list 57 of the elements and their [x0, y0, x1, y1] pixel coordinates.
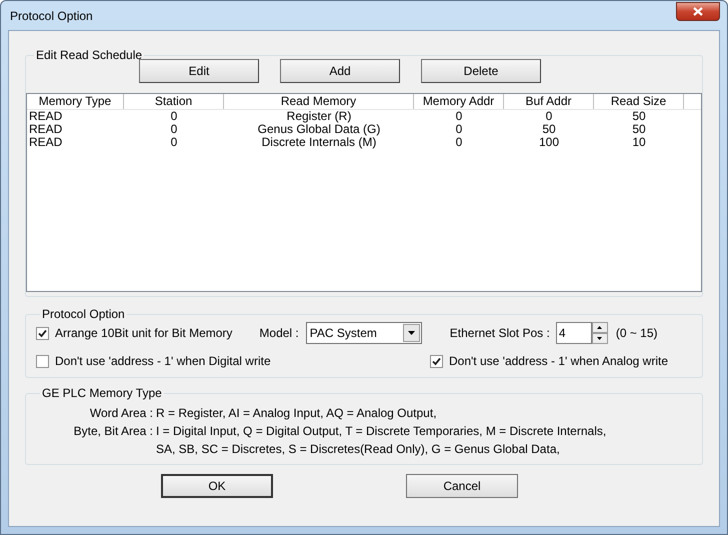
caret-icon [408, 331, 415, 335]
model-dropdown[interactable]: PAC System [306, 322, 422, 344]
slot-input[interactable]: 4 [556, 322, 592, 344]
table-cell-text: 0 [454, 123, 464, 136]
column-header[interactable]: Buf Addr [504, 94, 594, 109]
table-cell-text: Register (R) [286, 110, 352, 123]
column-header[interactable]: Read Memory [224, 94, 414, 109]
column-header[interactable]: Station [124, 94, 224, 109]
table-cell-text: 0 [170, 123, 178, 136]
down-arrow-icon [597, 337, 602, 340]
area-description: I = Digital Input, Q = Digital Output, T = Discrete Temporaries, M = Discrete Internals, [155, 424, 608, 438]
checkbox[interactable] [430, 354, 443, 368]
table-cell-text: 0 [454, 136, 464, 149]
area-label: Byte, Bit Area : [72, 424, 153, 438]
column-header[interactable]: Memory Addr [414, 94, 504, 109]
range-label: (0 ~ 15) [616, 326, 658, 340]
schedule-list[interactable]: Memory Type Station Read Memory Memory Addr Buf Addr Read Size READ 0 Register (R) 0 0 50 READ 0 Genus Global Data (G) 0 50 50 READ 0 Discrete Internals (M) 0 100 10 [26, 93, 702, 292]
table-cell-text: 0 [544, 110, 554, 123]
table-cell-text: 50 [541, 123, 557, 136]
spin-up-button[interactable] [592, 322, 608, 333]
table-cell-text: 0 [170, 136, 178, 149]
digital-checkbox[interactable]: Don't use 'address - 1' when Digital write [36, 354, 271, 368]
table-cell-text: READ [28, 123, 64, 136]
group-title: Protocol Option [41, 307, 126, 321]
close-button[interactable] [676, 2, 720, 20]
area-description: R = Register, AI = Analog Input, AQ = Analog Output, [155, 406, 438, 420]
area-label: Word Area : [88, 406, 153, 420]
action-button[interactable]: Edit [139, 59, 259, 83]
arrange-checkbox[interactable]: Arrange 10Bit unit for Bit Memory [36, 326, 232, 340]
dialog-button[interactable]: Cancel [406, 474, 518, 498]
spin-down-button[interactable] [592, 333, 608, 344]
table-cell-text: 0 [454, 110, 464, 123]
slot-label: Ethernet Slot Pos : [450, 326, 550, 340]
action-button[interactable]: Delete [421, 59, 541, 83]
checkbox[interactable] [36, 354, 49, 368]
table-cell-text: 50 [631, 123, 647, 136]
close-icon [693, 6, 703, 16]
table-cell-text: 0 [170, 110, 178, 123]
window-title: Protocol Option [9, 8, 93, 22]
area-description: SA, SB, SC = Discretes, S = Discretes(Read Only), G = Genus Global Data, [155, 442, 561, 456]
table-cell-text: Genus Global Data (G) [256, 123, 382, 136]
table-cell-text: 50 [631, 110, 647, 123]
column-header[interactable]: Memory Type [27, 94, 124, 109]
table-cell-text: 10 [631, 136, 647, 149]
table-cell-text: READ [28, 110, 64, 123]
model-label: Model : [259, 326, 299, 340]
table-cell-text: 100 [538, 136, 560, 149]
action-button[interactable]: Add [280, 59, 400, 83]
analog-checkbox[interactable]: Don't use 'address - 1' when Analog write [430, 354, 668, 368]
column-header[interactable]: Read Size [594, 94, 684, 109]
table-cell-text: Discrete Internals (M) [260, 136, 376, 149]
dialog-button[interactable]: OK [161, 474, 273, 498]
group-title: GE PLC Memory Type [41, 386, 163, 400]
table-cell-text: READ [28, 136, 64, 149]
checkbox[interactable] [36, 326, 49, 340]
group-title: Edit Read Schedule [35, 48, 144, 62]
up-arrow-icon [597, 326, 602, 329]
